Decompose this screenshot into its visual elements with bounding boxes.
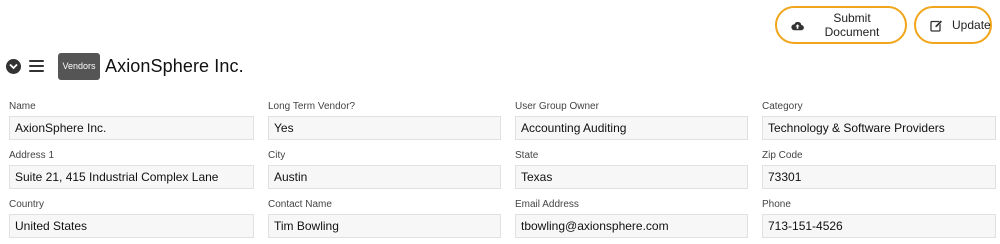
chevron-down-icon[interactable] [6,58,21,74]
title-bar: Vendors AxionSphere Inc. [6,52,244,80]
email-address-field[interactable]: tbowling@axionsphere.com [515,214,748,238]
state-field[interactable]: Texas [515,165,748,189]
phone-field[interactable]: 713-151-4526 [762,214,996,238]
field-label: User Group Owner [515,101,599,112]
field-email-address: Email Address tbowling@axionsphere.com [515,196,762,244]
update-label: Update [952,18,991,32]
top-actions: Submit Document Update [775,6,992,44]
field-label: Name [9,101,36,112]
field-country: Country United States [9,196,268,244]
field-label: Address 1 [9,150,55,161]
field-label: Category [762,101,803,112]
page-title: AxionSphere Inc. [105,55,244,76]
submit-document-label: Submit Document [824,11,880,39]
field-label: Email Address [515,199,579,210]
cloud-upload-icon [791,19,804,32]
form-row: Country United States Contact Name Tim B… [9,196,997,244]
country-field[interactable]: United States [9,214,254,238]
field-label: State [515,150,539,161]
field-label: Country [9,199,45,210]
address-1-field[interactable]: Suite 21, 415 Industrial Complex Lane [9,165,254,189]
field-city: City Austin [268,147,515,196]
field-state: State Texas [515,147,762,196]
field-name: Name AxionSphere Inc. [9,98,268,147]
name-field[interactable]: AxionSphere Inc. [9,116,254,140]
submit-document-button[interactable]: Submit Document [775,6,907,44]
zip-code-field[interactable]: 73301 [762,165,996,189]
field-zip-code: Zip Code 73301 [762,147,997,196]
field-label: City [268,150,286,161]
hamburger-menu-icon[interactable] [29,60,44,72]
user-group-owner-field[interactable]: Accounting Auditing [515,116,748,140]
field-label: Zip Code [762,150,803,161]
doctype-badge[interactable]: Vendors [58,52,100,80]
field-category: Category Technology & Software Providers [762,98,997,147]
form-row: Name AxionSphere Inc. Long Term Vendor? … [9,98,997,147]
field-label: Phone [762,199,791,210]
form-row: Address 1 Suite 21, 415 Industrial Compl… [9,147,997,196]
long-term-vendor-field[interactable]: Yes [268,116,501,140]
field-phone: Phone 713-151-4526 [762,196,997,244]
edit-icon [930,19,943,32]
field-contact-name: Contact Name Tim Bowling [268,196,515,244]
update-button[interactable]: Update [914,6,992,44]
field-long-term-vendor: Long Term Vendor? Yes [268,98,515,147]
city-field[interactable]: Austin [268,165,501,189]
contact-name-field[interactable]: Tim Bowling [268,214,501,238]
category-field[interactable]: Technology & Software Providers [762,116,996,140]
field-label: Long Term Vendor? [268,101,356,112]
field-label: Contact Name [268,199,332,210]
field-user-group-owner: User Group Owner Accounting Auditing [515,98,762,147]
field-address-1: Address 1 Suite 21, 415 Industrial Compl… [9,147,268,196]
vendor-form: Name AxionSphere Inc. Long Term Vendor? … [9,98,997,244]
